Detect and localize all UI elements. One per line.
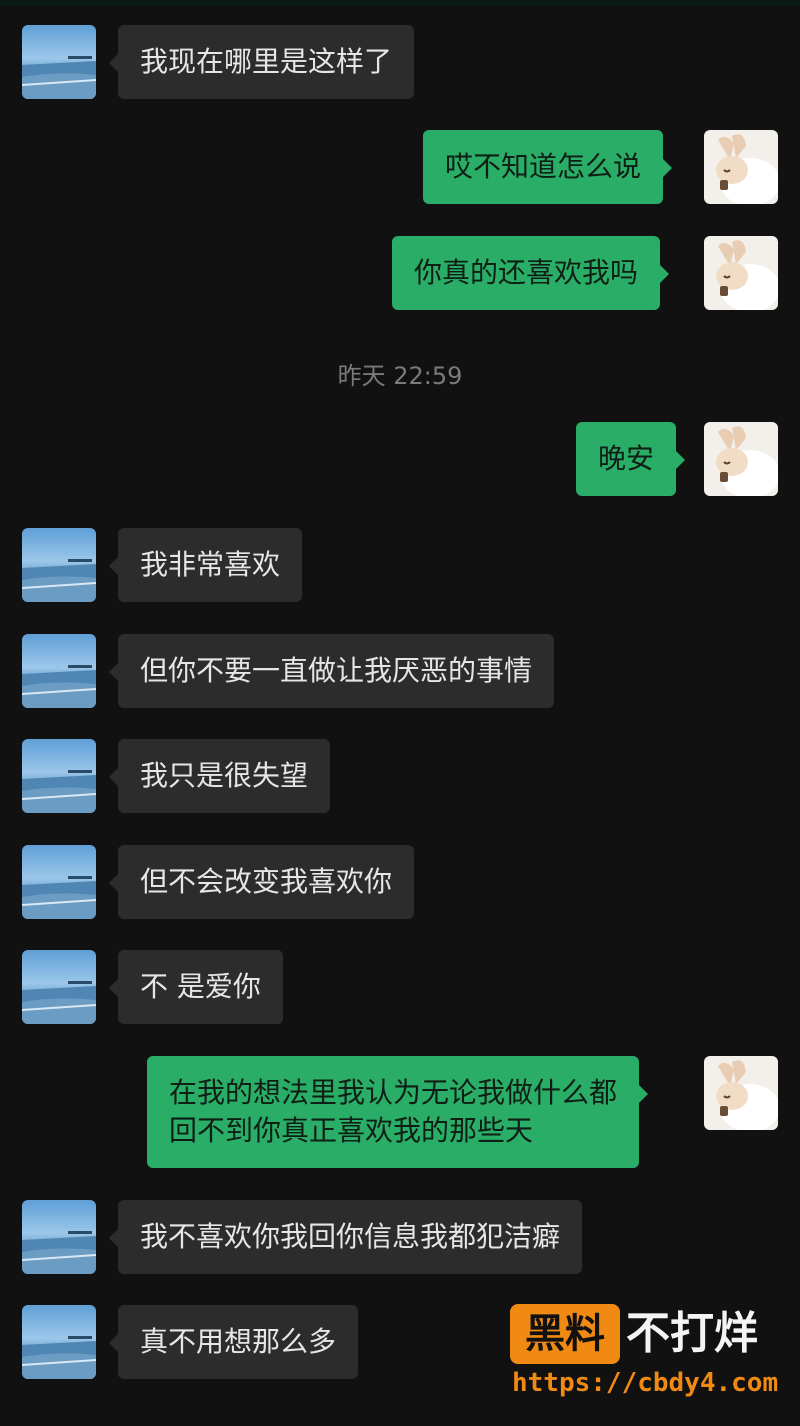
message-bubble[interactable]: 但你不要一直做让我厌恶的事情: [108, 634, 555, 708]
bunny-avatar-icon[interactable]: [704, 236, 778, 310]
bunny-avatar-icon[interactable]: [704, 422, 778, 496]
message-bubble[interactable]: 你真的还喜欢我吗: [392, 236, 670, 310]
message-bubble[interactable]: 在我的想法里我认为无论我做什么都 回不到你真正喜欢我的那些天: [147, 1056, 649, 1168]
message-bubble[interactable]: 我不喜欢你我回你信息我都犯洁癖: [108, 1200, 583, 1274]
message-bubble[interactable]: 哎不知道怎么说: [423, 130, 673, 204]
seascape-avatar-icon[interactable]: [22, 739, 96, 813]
message-line: 回不到你真正喜欢我的那些天: [169, 1114, 534, 1147]
bunny-avatar-icon[interactable]: [704, 130, 778, 204]
message-line: 在我的想法里我认为无论我做什么都: [169, 1076, 618, 1109]
status-edge: [0, 0, 800, 6]
message-bubble[interactable]: 我非常喜欢: [108, 528, 303, 602]
seascape-avatar-icon[interactable]: [22, 950, 96, 1024]
chat-timestamp: 昨天 22:59: [337, 362, 463, 390]
message-bubble[interactable]: 但不会改变我喜欢你: [108, 845, 415, 919]
chat-screen: 我现在哪里是这样了 哎不知道怎么说 你真的还喜欢我吗 昨天 22:59 晚安 我…: [0, 0, 800, 1426]
watermark-url: https://cbdy4.com: [512, 1368, 779, 1398]
seascape-avatar-icon[interactable]: [22, 1305, 96, 1379]
message-bubble[interactable]: 真不用想那么多: [108, 1305, 359, 1379]
message-bubble[interactable]: 晚安: [576, 422, 686, 496]
watermark-badge: 黑料: [510, 1304, 620, 1364]
seascape-avatar-icon[interactable]: [22, 1200, 96, 1274]
watermark-title: 不打烊: [626, 1308, 758, 1359]
message-bubble[interactable]: 我现在哪里是这样了: [108, 25, 415, 99]
seascape-avatar-icon[interactable]: [22, 25, 96, 99]
watermark: 黑料 不打烊 https://cbdy4.com: [510, 1300, 780, 1404]
seascape-avatar-icon[interactable]: [22, 634, 96, 708]
seascape-avatar-icon[interactable]: [22, 528, 96, 602]
seascape-avatar-icon[interactable]: [22, 845, 96, 919]
bunny-avatar-icon[interactable]: [704, 1056, 778, 1130]
message-bubble[interactable]: 我只是很失望: [108, 739, 331, 813]
message-bubble[interactable]: 不 是爱你: [109, 950, 283, 1024]
